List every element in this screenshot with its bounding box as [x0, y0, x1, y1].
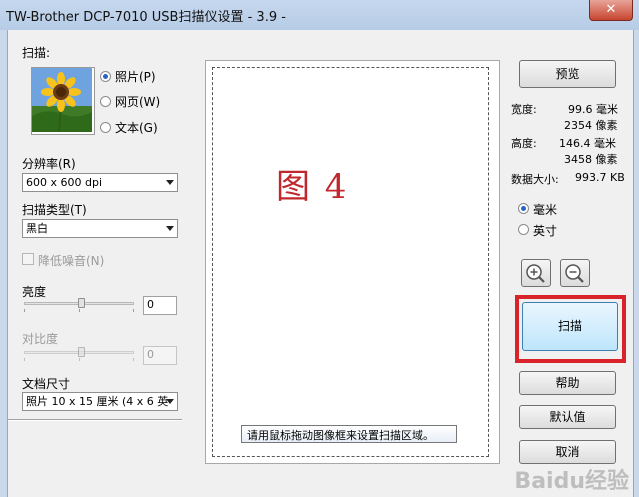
radio-webpage-label[interactable]: 网页(W): [115, 93, 160, 110]
data-size-label: 数据大小:: [511, 173, 559, 186]
cancel-button[interactable]: 取消: [519, 440, 616, 464]
width-mm: 99.6 毫米: [568, 103, 618, 116]
scan-area-tooltip: 请用鼠标拖动图像框来设置扫描区域。: [241, 425, 457, 443]
radio-photo[interactable]: [100, 71, 111, 82]
unit-mm-radio[interactable]: [518, 203, 529, 214]
width-px: 2354 像素: [564, 119, 618, 132]
zoom-in-button[interactable]: [521, 259, 551, 287]
title-bar: TW-Brother DCP-7010 USB扫描仪设置 - 3.9 - ✕: [0, 0, 639, 30]
brightness-input[interactable]: 0: [143, 296, 177, 315]
radio-webpage[interactable]: [100, 96, 111, 107]
figure-annotation: 图 4: [276, 167, 349, 207]
brightness-label: 亮度: [22, 285, 47, 299]
height-px: 3458 像素: [564, 153, 618, 166]
chevron-down-icon: [166, 226, 174, 231]
scan-type-select[interactable]: 黑白: [22, 219, 178, 238]
radio-photo-label[interactable]: 照片(P): [115, 68, 156, 85]
scan-button[interactable]: 扫描: [522, 302, 618, 351]
preview-button[interactable]: 预览: [519, 60, 616, 88]
zoom-in-icon: [526, 264, 545, 283]
contrast-slider-thumb: [78, 347, 85, 357]
zoom-out-button[interactable]: [560, 259, 590, 287]
brightness-ticks: [24, 309, 134, 312]
data-size-value: 993.7 KB: [575, 171, 625, 184]
doc-size-select[interactable]: 照片 10 x 15 厘米 (4 x 6 英: [22, 392, 178, 411]
resolution-select[interactable]: 600 x 600 dpi: [22, 173, 178, 192]
photo-thumbnail: [31, 67, 95, 135]
help-button[interactable]: 帮助: [519, 371, 616, 395]
baidu-watermark: Baidu经验: [514, 469, 629, 494]
preview-area[interactable]: 图 4: [205, 60, 500, 464]
chevron-down-icon: [166, 180, 174, 185]
left-divider: [8, 419, 182, 421]
scan-type-value: 黑白: [26, 222, 48, 235]
denoise-label: 降低噪音(N): [38, 254, 105, 268]
resolution-label: 分辨率(R): [22, 157, 76, 171]
dialog-body: 扫描: 照片(P) 网页(W) 文本(G) 分辨率(R) 600 x 600 d…: [7, 30, 634, 497]
sunflower-icon: [32, 68, 92, 133]
doc-size-value: 照片 10 x 15 厘米 (4 x 6 英: [26, 395, 169, 408]
zoom-out-icon: [565, 264, 584, 283]
height-label: 高度:: [511, 137, 537, 150]
unit-mm-label[interactable]: 毫米: [533, 201, 557, 218]
scan-type-label: 扫描类型(T): [22, 203, 87, 217]
contrast-input: 0: [143, 346, 177, 365]
unit-inch-radio[interactable]: [518, 224, 529, 235]
height-mm: 146.4 毫米: [559, 137, 616, 150]
default-button[interactable]: 默认值: [519, 405, 616, 429]
width-label: 宽度:: [511, 103, 537, 116]
radio-text-label[interactable]: 文本(G): [115, 119, 158, 136]
doc-size-label: 文档尺寸: [22, 377, 71, 391]
window-title: TW-Brother DCP-7010 USB扫描仪设置 - 3.9 -: [6, 10, 286, 25]
brightness-slider-thumb[interactable]: [78, 298, 85, 308]
scan-label: 扫描:: [22, 46, 51, 60]
unit-inch-label[interactable]: 英寸: [533, 222, 557, 239]
contrast-ticks: [24, 358, 134, 361]
scan-area-frame[interactable]: [212, 67, 489, 457]
chevron-down-icon: [166, 399, 174, 404]
resolution-value: 600 x 600 dpi: [26, 176, 103, 189]
denoise-checkbox[interactable]: [22, 253, 34, 265]
close-button[interactable]: ✕: [589, 0, 633, 21]
radio-text[interactable]: [100, 122, 111, 133]
contrast-label: 对比度: [22, 332, 59, 346]
